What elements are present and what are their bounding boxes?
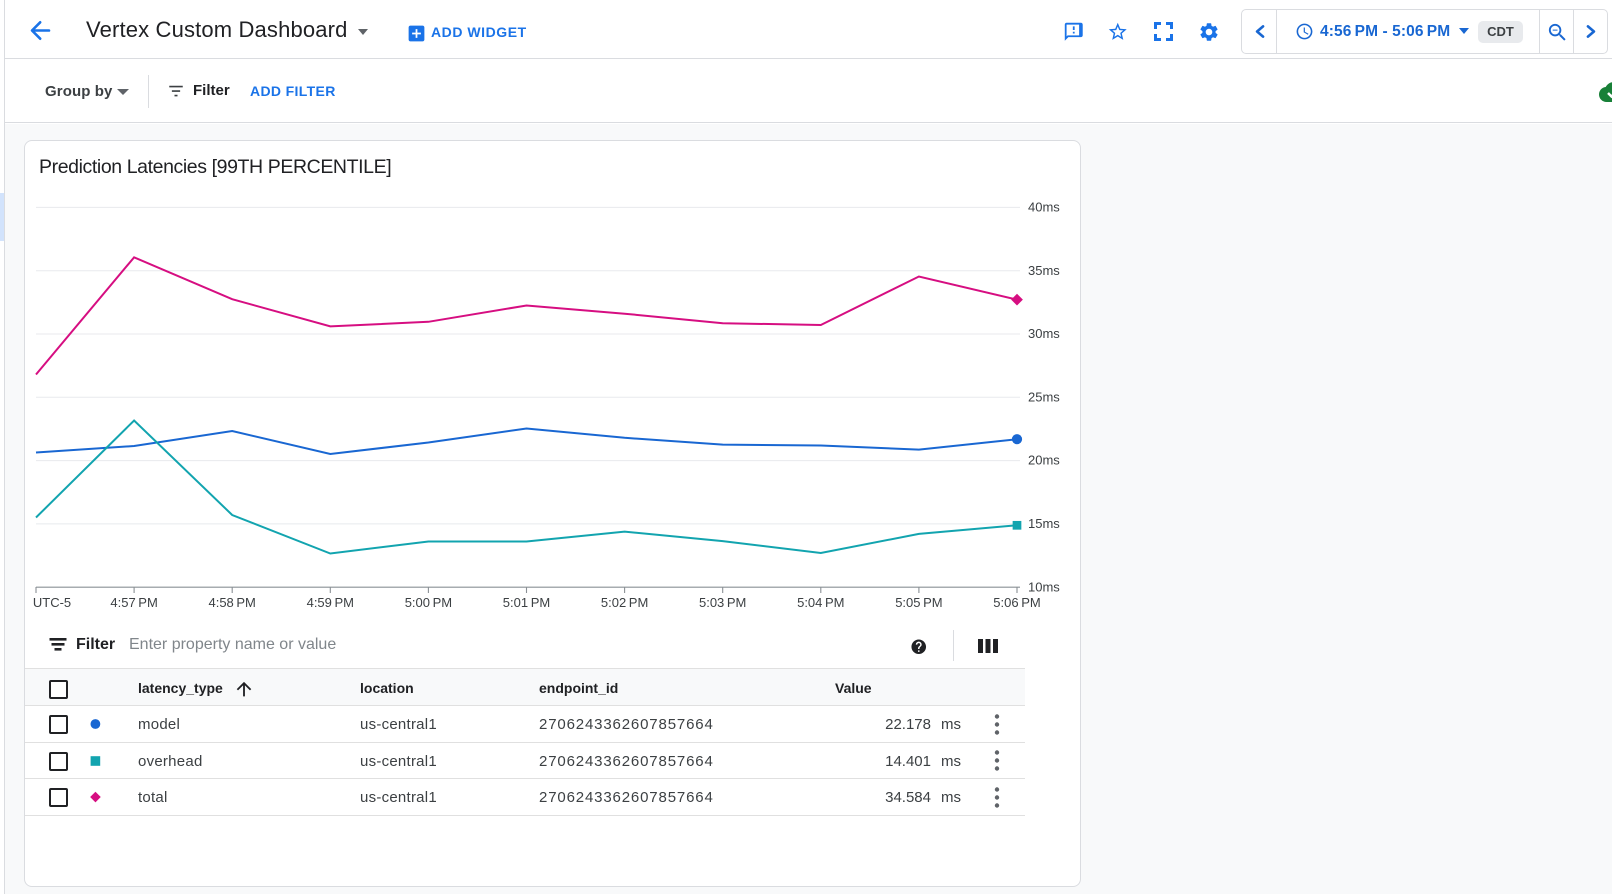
svg-text:30ms: 30ms [1028, 326, 1060, 341]
svg-text:4:59 PM: 4:59 PM [307, 595, 354, 610]
svg-text:5:02 PM: 5:02 PM [601, 595, 648, 610]
svg-text:5:03 PM: 5:03 PM [699, 595, 746, 610]
svg-text:25ms: 25ms [1028, 389, 1060, 404]
svg-text:5:05 PM: 5:05 PM [895, 595, 942, 610]
svg-text:5:01 PM: 5:01 PM [503, 595, 550, 610]
svg-text:5:06 PM: 5:06 PM [993, 595, 1040, 610]
svg-text:5:00 PM: 5:00 PM [405, 595, 452, 610]
svg-text:20ms: 20ms [1028, 453, 1060, 468]
svg-text:5:04 PM: 5:04 PM [797, 595, 844, 610]
svg-text:4:57 PM: 4:57 PM [110, 595, 157, 610]
svg-text:UTC-5: UTC-5 [33, 595, 71, 610]
svg-text:4:58 PM: 4:58 PM [208, 595, 255, 610]
svg-text:35ms: 35ms [1028, 263, 1060, 278]
svg-text:40ms: 40ms [1028, 200, 1060, 215]
svg-text:15ms: 15ms [1028, 516, 1060, 531]
svg-text:10ms: 10ms [1028, 579, 1060, 594]
